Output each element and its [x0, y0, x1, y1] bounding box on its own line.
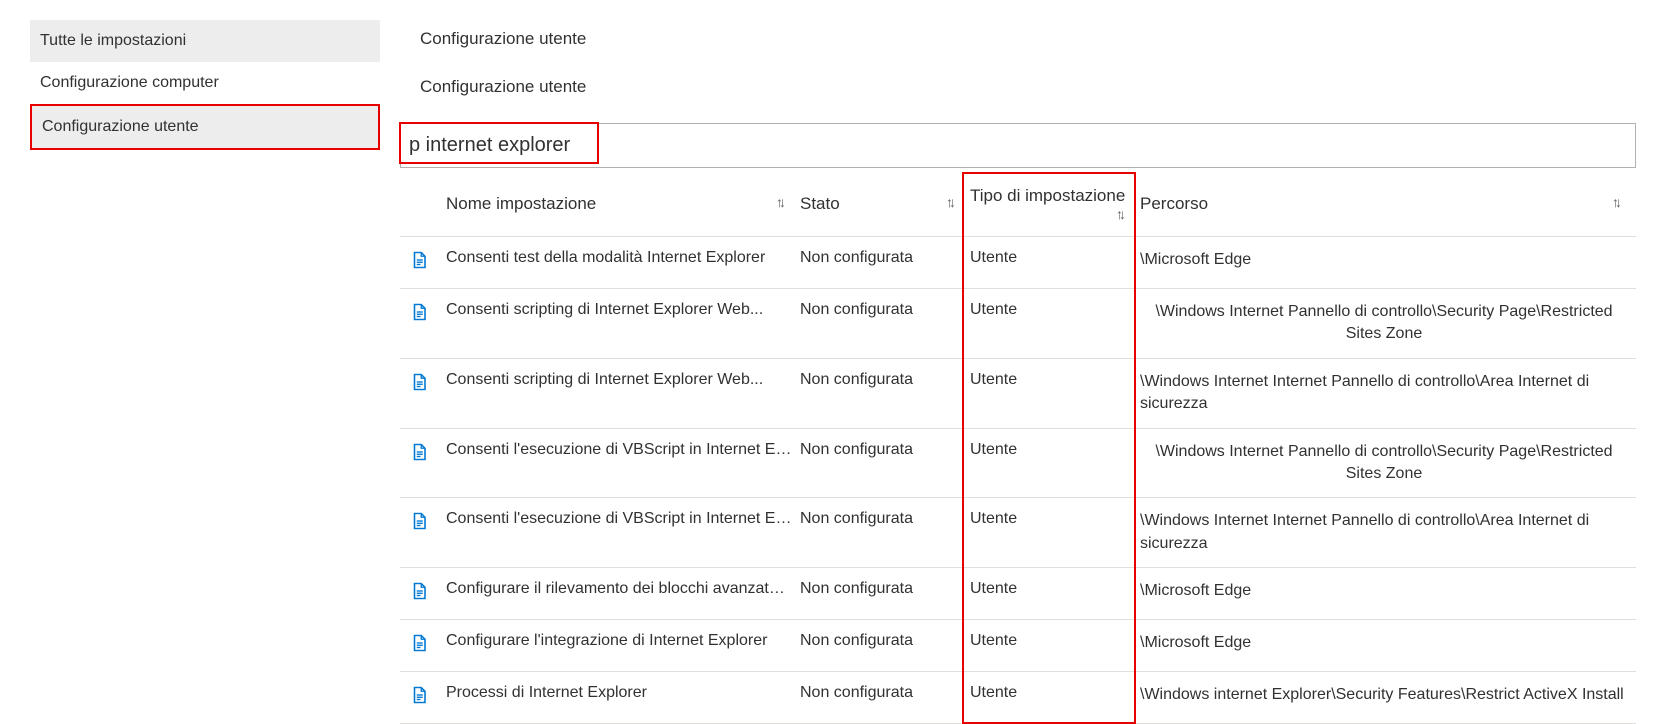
cell-setting-name: Configurare l'integrazione di Internet E…	[446, 620, 800, 672]
column-header-label: Percorso	[1140, 194, 1208, 213]
row-icon-cell	[400, 672, 446, 724]
cell-setting-name: Consenti l'esecuzione di VBScript in Int…	[446, 498, 800, 568]
cell-type: Utente	[970, 672, 1140, 724]
cell-setting-name: Configurare il rilevamento dei blocchi a…	[446, 568, 800, 620]
column-header-icon	[400, 172, 446, 237]
cell-setting-name: Consenti scripting di Internet Explorer …	[446, 358, 800, 428]
column-header-state[interactable]: Stato ↑↓	[800, 172, 970, 237]
row-icon-cell	[400, 428, 446, 498]
sidebar: Tutte le impostazioni Configurazione com…	[0, 0, 400, 150]
settings-table: Nome impostazione ↑↓ Stato ↑↓ Tipo di im…	[400, 172, 1636, 724]
cell-type: Utente	[970, 620, 1140, 672]
cell-path: \Microsoft Edge	[1140, 620, 1636, 672]
cell-path: \Windows Internet Pannello di controllo\…	[1140, 428, 1636, 498]
row-icon-cell	[400, 620, 446, 672]
cell-type: Utente	[970, 568, 1140, 620]
sort-icon[interactable]: ↑↓	[1116, 206, 1132, 222]
breadcrumb: Configurazione utente Configurazione ute…	[400, 26, 1636, 99]
cell-path: \Windows Internet Internet Pannello di c…	[1140, 358, 1636, 428]
cell-path: \Windows Internet Internet Pannello di c…	[1140, 498, 1636, 568]
document-icon	[410, 249, 428, 271]
search-container	[400, 123, 1636, 168]
document-icon	[410, 684, 428, 706]
cell-state: Non configurata	[800, 358, 970, 428]
row-icon-cell	[400, 568, 446, 620]
row-icon-cell	[400, 358, 446, 428]
column-header-path[interactable]: Percorso ↑↓	[1140, 172, 1636, 237]
cell-type: Utente	[970, 428, 1140, 498]
document-icon	[410, 301, 428, 323]
row-icon-cell	[400, 237, 446, 289]
sidebar-item-computer-config[interactable]: Configurazione computer	[30, 62, 380, 104]
sidebar-item-label: Configurazione utente	[42, 118, 199, 135]
column-header-name[interactable]: Nome impostazione ↑↓	[446, 172, 800, 237]
document-icon	[410, 510, 428, 532]
cell-setting-name: Processi di Internet Explorer	[446, 672, 800, 724]
cell-setting-name: Consenti test della modalità Internet Ex…	[446, 237, 800, 289]
column-header-label: Nome impostazione	[446, 194, 596, 213]
cell-path: \Microsoft Edge	[1140, 237, 1636, 289]
cell-state: Non configurata	[800, 289, 970, 359]
table-row[interactable]: Processi di Internet ExplorerNon configu…	[400, 672, 1636, 724]
table-row[interactable]: Configurare l'integrazione di Internet E…	[400, 620, 1636, 672]
sidebar-item-all-settings[interactable]: Tutte le impostazioni	[30, 20, 380, 62]
cell-setting-name: Consenti l'esecuzione di VBScript in Int…	[446, 428, 800, 498]
row-icon-cell	[400, 498, 446, 568]
table-header-row: Nome impostazione ↑↓ Stato ↑↓ Tipo di im…	[400, 172, 1636, 237]
cell-type: Utente	[970, 289, 1140, 359]
cell-type: Utente	[970, 498, 1140, 568]
document-icon	[410, 632, 428, 654]
sort-icon[interactable]: ↑↓	[776, 194, 792, 210]
sort-icon[interactable]: ↑↓	[1612, 194, 1628, 210]
document-icon	[410, 580, 428, 602]
cell-type: Utente	[970, 358, 1140, 428]
column-header-label: Stato	[800, 194, 840, 213]
sort-icon[interactable]: ↑↓	[946, 194, 962, 210]
column-header-label: Tipo di impostazione	[970, 186, 1125, 205]
cell-state: Non configurata	[800, 428, 970, 498]
table-row[interactable]: Consenti test della modalità Internet Ex…	[400, 237, 1636, 289]
cell-state: Non configurata	[800, 498, 970, 568]
sidebar-item-label: Configurazione computer	[40, 74, 219, 91]
sidebar-item-user-config[interactable]: Configurazione utente	[30, 104, 380, 150]
column-header-type[interactable]: Tipo di impostazione ↑↓	[970, 172, 1140, 237]
table-row[interactable]: Consenti l'esecuzione di VBScript in Int…	[400, 498, 1636, 568]
main-content: Configurazione utente Configurazione ute…	[400, 0, 1666, 724]
table-row[interactable]: Consenti l'esecuzione di VBScript in Int…	[400, 428, 1636, 498]
table-row[interactable]: Consenti scripting di Internet Explorer …	[400, 358, 1636, 428]
cell-state: Non configurata	[800, 620, 970, 672]
document-icon	[410, 441, 428, 463]
document-icon	[410, 371, 428, 393]
cell-state: Non configurata	[800, 568, 970, 620]
table-row[interactable]: Consenti scripting di Internet Explorer …	[400, 289, 1636, 359]
table-row[interactable]: Configurare il rilevamento dei blocchi a…	[400, 568, 1636, 620]
cell-state: Non configurata	[800, 672, 970, 724]
row-icon-cell	[400, 289, 446, 359]
cell-state: Non configurata	[800, 237, 970, 289]
breadcrumb-line-1: Configurazione utente	[420, 26, 1636, 52]
cell-type: Utente	[970, 237, 1140, 289]
cell-path: \Windows internet Explorer\Security Feat…	[1140, 672, 1636, 724]
cell-path: \Windows Internet Pannello di controllo\…	[1140, 289, 1636, 359]
search-input[interactable]	[400, 123, 1636, 168]
cell-path: \Microsoft Edge	[1140, 568, 1636, 620]
breadcrumb-line-2: Configurazione utente	[420, 74, 1636, 100]
sidebar-item-label: Tutte le impostazioni	[40, 32, 186, 49]
cell-setting-name: Consenti scripting di Internet Explorer …	[446, 289, 800, 359]
